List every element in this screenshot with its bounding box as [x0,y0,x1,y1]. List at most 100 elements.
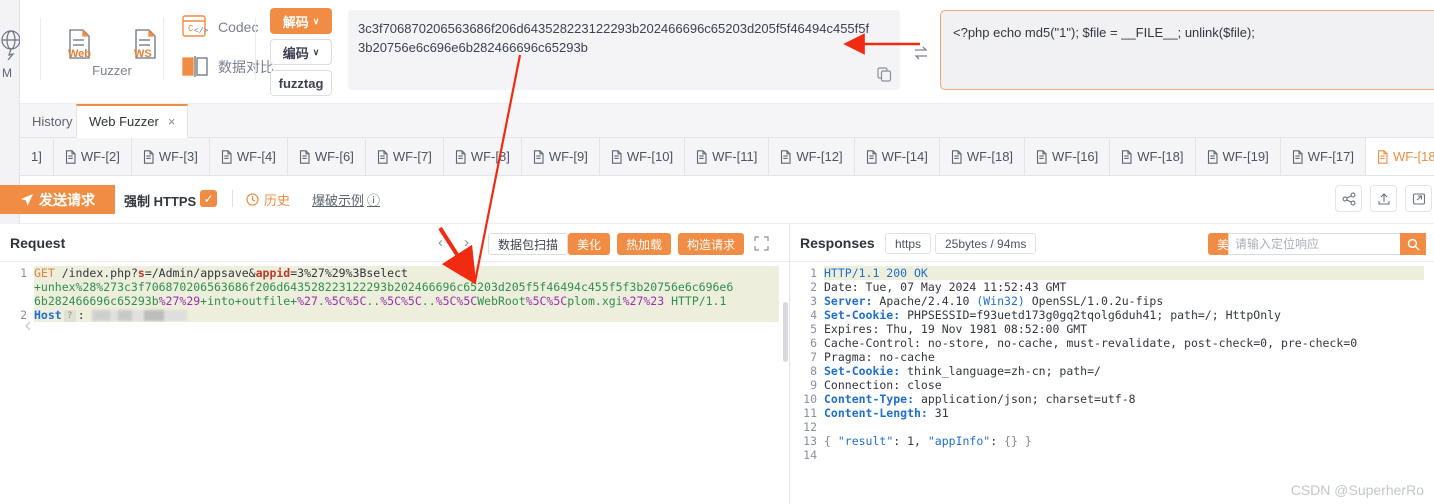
upload-icon[interactable] [1370,185,1397,212]
code-token: 31 [927,406,949,420]
send-request-button[interactable]: 发送请求 [0,185,115,214]
wf-tab-12[interactable]: WF-[18] [940,138,1026,175]
code-token: Content-Type: [824,392,915,406]
search-input[interactable] [1228,233,1400,255]
code-token: Set-Cookie: [824,308,901,322]
wf-tab-8[interactable]: WF-[10] [600,138,686,175]
wf-tab-label: WF-[2] [80,149,120,164]
wf-tab-3[interactable]: WF-[4] [210,138,288,175]
code-token: } [1017,434,1032,448]
wf-tab-9[interactable]: WF-[11] [685,138,770,175]
code-token: Set-Cookie: [824,364,901,378]
wf-tab-5[interactable]: WF-[7] [366,138,444,175]
fuzztag-button[interactable]: fuzztag [270,70,332,96]
request-scrollbar[interactable] [783,302,788,362]
wf-tab-strip[interactable]: 1] WF-[2] WF-[3] WF-[4] WF-[6] WF-[7] WF… [20,138,1434,176]
wf-tab-label: WF-[7] [392,149,432,164]
search-icon[interactable] [1400,233,1426,255]
tab-history[interactable]: History [20,104,84,138]
code-line: Set-Cookie: PHPSESSID=f93uetd173g0gq2tqo… [824,308,1424,322]
swap-icon[interactable] [913,45,929,61]
expand-icon[interactable] [754,236,769,251]
code-line: Set-Cookie: think_language=zh-cn; path=/ [824,364,1424,378]
import-icon[interactable] [1405,185,1432,212]
data-compare-button[interactable]: 数据对比 [180,50,274,84]
chevron-down-icon: ∨ [312,46,320,57]
wf-tab-15[interactable]: WF-[19] [1196,138,1281,175]
encode-button[interactable]: 编码 ∨ [270,39,332,65]
close-icon[interactable]: × [168,114,176,129]
code-token: .. [421,294,436,308]
code-line: Cache-Control: no-store, no-cache, must-… [824,336,1424,350]
request-code-area[interactable]: GET /index.php?s=/Admin/appsave&appid=3%… [34,262,779,322]
burst-example-link[interactable]: 爆破示例 ⓘ [312,190,380,209]
php-source-box[interactable]: <?php echo md5("1"); $file = __FILE__; u… [940,10,1434,90]
request-panel-header: Request ‹ › 数据包扫描 美化 热加载 构造请求 [0,224,789,262]
divider [232,190,233,207]
hot-reload-button[interactable]: 热加载 [617,233,672,255]
wf-tab-10[interactable]: WF-[12] [769,138,855,175]
code-line: Date: Tue, 07 May 2024 11:52:43 GMT [824,280,1424,294]
codec-button[interactable]: C </> Codec [180,10,258,44]
response-editor[interactable]: 1 2 3 4 5 6 7 8 9 10 11 12 13 14 HTTP/1.1 200 OK Date:… [790,262,1434,504]
code-token: %5C%5C [380,294,422,308]
help-icon[interactable]: ? [63,309,76,322]
code-token: %27 [297,294,318,308]
code-token: %27%29 [158,294,201,308]
response-panel: Responses https 25bytes / 94ms 美化 123456… [790,224,1434,504]
wf-tab-2[interactable]: WF-[3] [132,138,210,175]
line-number: 13 [803,434,817,448]
hex-output-box[interactable]: 3c3f706870206563686f206d643528223122293b… [348,10,900,90]
beautify-button[interactable]: 美化 [568,233,611,255]
wf-tab-label: WF-[17] [1307,149,1354,164]
wf-tab-0[interactable]: 1] [20,138,54,175]
code-token: plom.xgi [567,294,623,308]
decode-label: 解码 [282,14,309,30]
code-token: +unhex%28%273c3f706870206563686f206d6435… [34,280,734,294]
code-token: application/json; charset=utf-8 [914,392,1136,406]
line-number [0,280,34,294]
decode-button[interactable]: 解码 ∨ [270,8,332,34]
fuzzer-group-label: Fuzzer [92,62,132,78]
share-icon[interactable] [1335,185,1362,212]
code-token: HTTP/1.1 200 OK [824,266,928,280]
request-editor[interactable]: 12 GET /index.php?s=/Admin/appsave&appid… [0,262,789,504]
response-search[interactable] [1228,233,1426,255]
request-panel-title: Request [10,235,66,251]
code-token: Connection: close [824,378,942,392]
next-button[interactable]: › [464,234,469,251]
prev-button[interactable]: ‹ [438,234,443,251]
force-https-checkbox[interactable]: ✓ [200,190,217,207]
packet-scan-button[interactable]: 数据包扫描 [488,233,569,255]
code-token: Content-Length: [824,406,928,420]
code-token: : 1, [893,434,928,448]
tab-web-fuzzer[interactable]: Web Fuzzer × [76,104,189,138]
wf-tab-17[interactable]: WF-[18]✕ [1365,138,1434,175]
history-button[interactable]: 历史 [246,190,290,209]
hex-output-text: 3c3f706870206563686f206d643528223122293b… [358,21,870,55]
code-token: =3%27%29%3Bselect [290,266,408,280]
wf-tab-4[interactable]: WF-[6] [288,138,366,175]
wf-tab-14[interactable]: WF-[18] [1110,138,1196,175]
response-panel-header: Responses https 25bytes / 94ms 美化 [790,224,1434,262]
code-line: { "result": 1, "appInfo": {} } [824,434,1424,448]
protocol-chip: https [885,233,932,254]
collapse-chevron-icon[interactable]: ‹ [22,315,34,335]
copy-icon[interactable] [877,67,892,82]
web-fuzzer-button[interactable]: Web [52,27,106,61]
app-root: M Web WS Fuzzer C </> Codec 数据对比 解码 ∨ 编码… [0,0,1434,504]
wf-tab-label: WF-[10] [626,149,674,164]
code-token: "appInfo" [927,434,991,448]
build-request-button[interactable]: 构造请求 [678,233,745,255]
wf-tab-7[interactable]: WF-[9] [522,138,600,175]
wf-tab-16[interactable]: WF-[17] [1281,138,1366,175]
response-code-area[interactable]: HTTP/1.1 200 OK Date: Tue, 07 May 2024 11… [824,262,1424,462]
wf-tab-13[interactable]: WF-[16] [1025,138,1111,175]
wf-tab-1[interactable]: WF-[2] [54,138,132,175]
wf-tab-6[interactable]: WF-[8] [444,138,522,175]
line-number: 5 [810,322,817,336]
main-tab-bar: History Web Fuzzer × [20,104,1434,138]
wf-tab-label: WF-[18] [1137,149,1184,164]
line-number: 4 [810,308,817,322]
wf-tab-11[interactable]: WF-[14] [855,138,940,175]
